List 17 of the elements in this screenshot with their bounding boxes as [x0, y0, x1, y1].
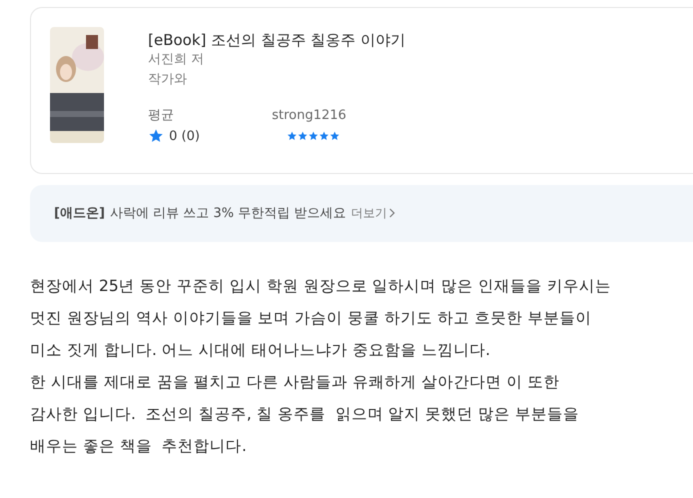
- more-link[interactable]: 더보기: [351, 204, 396, 222]
- review-text: 감사한 입니다. 조선의 칠공주, 칠 옹주를 읽으며 알지 못했던 많은 부분들을: [30, 404, 580, 425]
- average-score: 0 (0): [169, 128, 200, 144]
- average-label: 평균: [148, 107, 175, 125]
- book-title[interactable]: [eBook] 조선의 칠공주 칠옹주 이야기: [148, 30, 406, 50]
- reviewer-name: strong1216: [272, 107, 348, 125]
- review-text: 배우는 좋은 책을 추천합니다.: [30, 436, 248, 457]
- star-icon: [148, 128, 164, 144]
- review-text: 멋진 원장님의 역사 이야기들을 보며 가슴이 뭉쿨 하기도 하고 흐뭇한 부분들이: [30, 308, 592, 329]
- book-author: 서진희 저: [148, 51, 206, 69]
- review-text: 현장에서 25년 동안 꾸준히 입시 학원 원장으로 일하시며 많은 인재들을 키우시는: [30, 276, 612, 297]
- book-publisher: 작가와: [148, 71, 188, 89]
- addon-tag: [애드온]: [54, 204, 105, 222]
- review-text: 한 시대를 제대로 꿈을 펼치고 다른 사람들과 유쾌하게 살아간다면 이 또한: [30, 372, 560, 393]
- review-text: 미소 짓게 합니다. 어느 시대에 태어나느냐가 중요함을 느낌니다.: [30, 340, 492, 361]
- banner-message: 사락에 리뷰 쓰고 3% 무한적립 받으세요: [110, 205, 346, 222]
- chevron-icon: [389, 208, 396, 218]
